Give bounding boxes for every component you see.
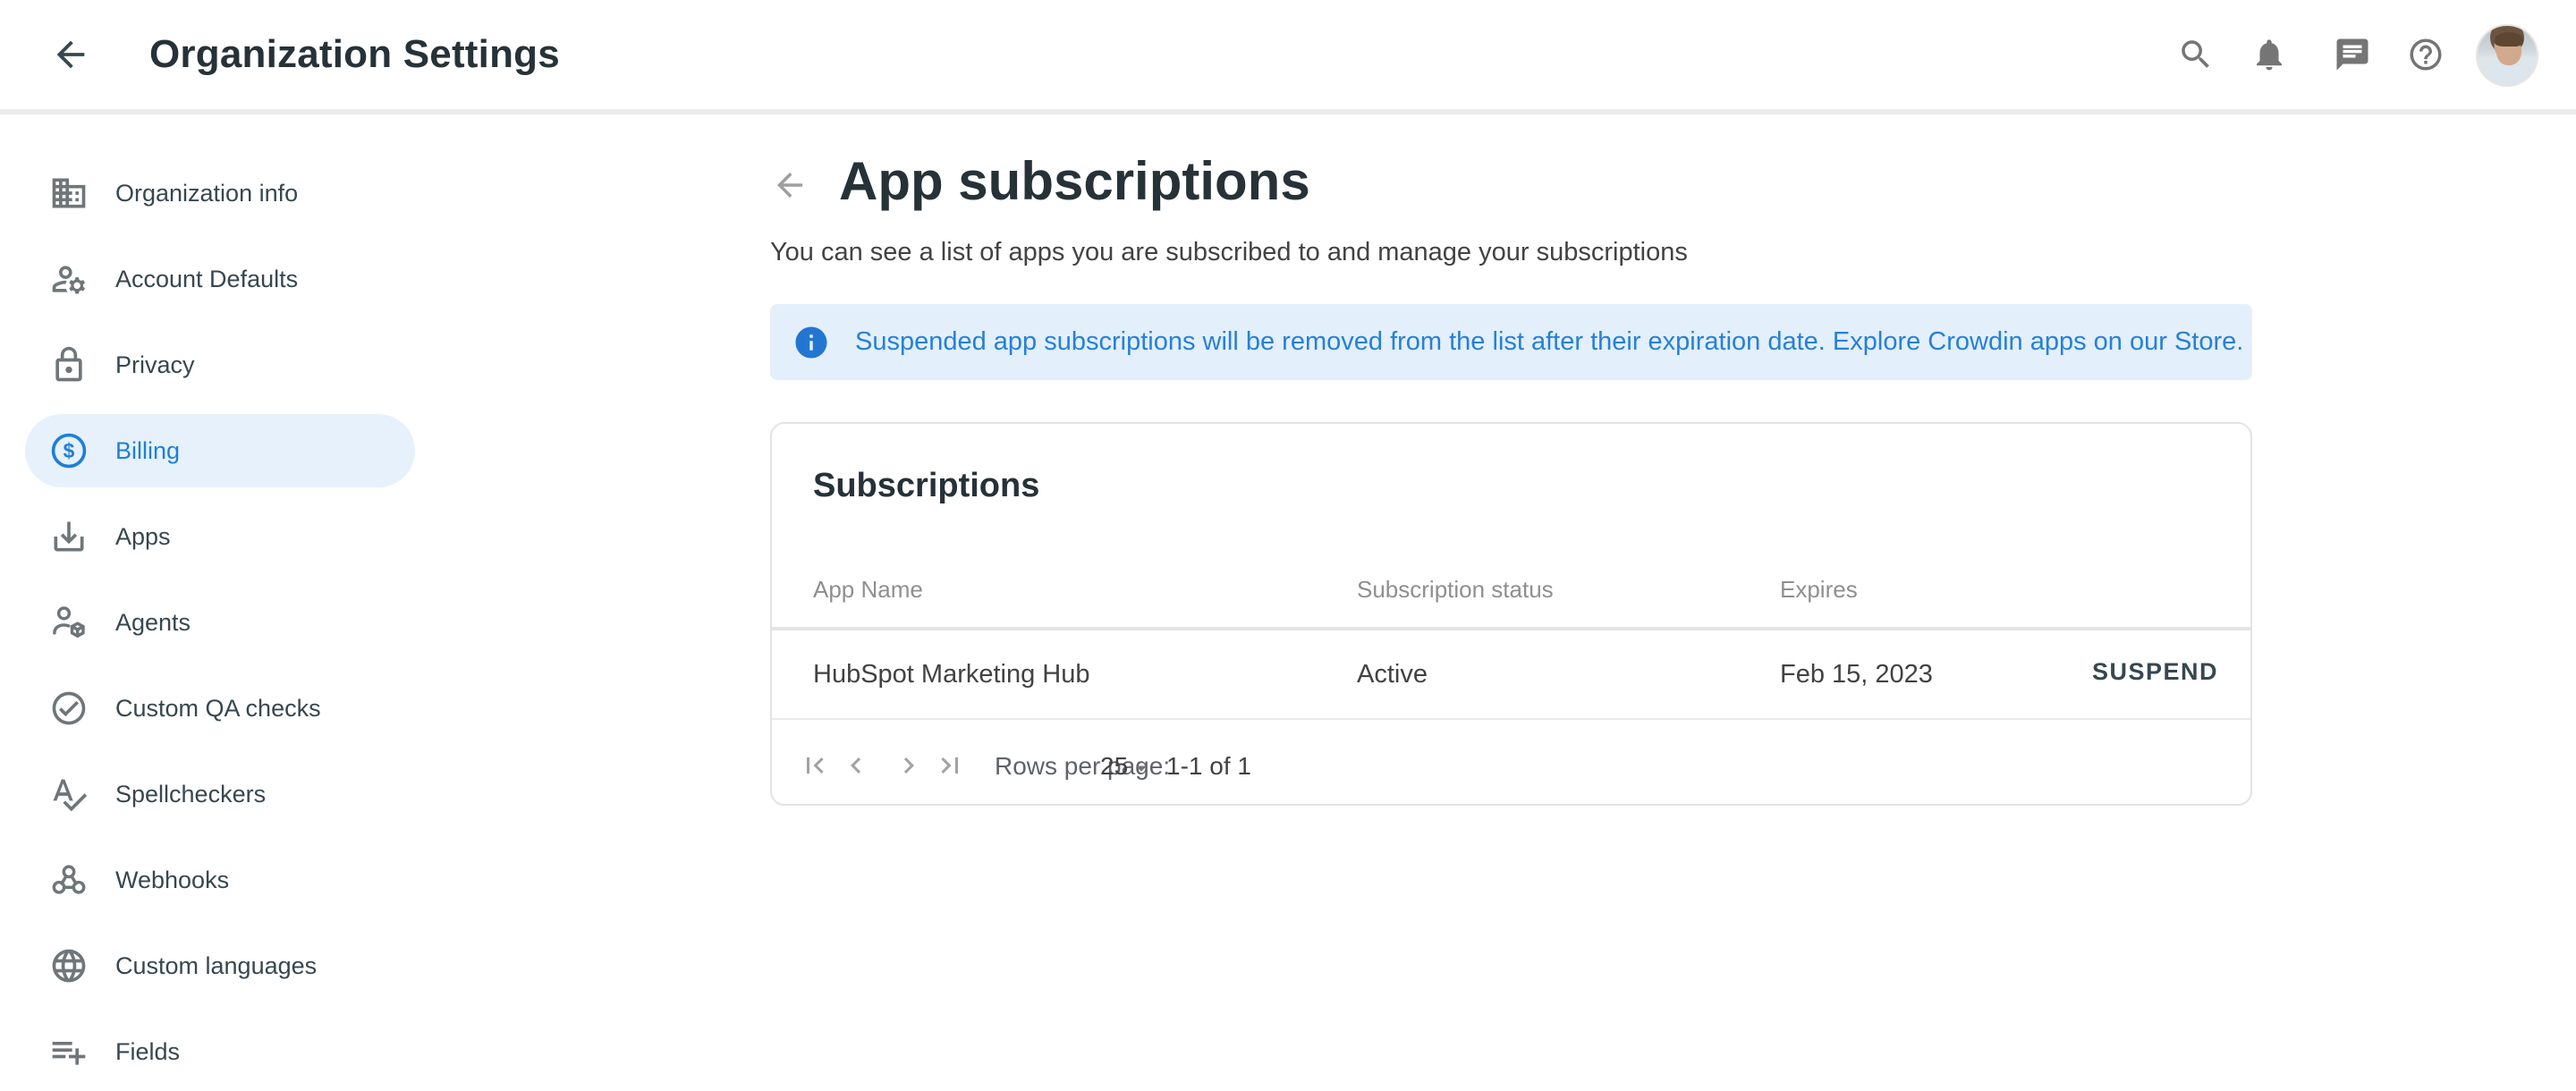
sidebar-item-apps[interactable]: Apps (25, 500, 415, 573)
avatar-hair (2495, 32, 2523, 47)
column-header-app-name: App Name (813, 576, 923, 604)
sidebar-item-label: Apps (115, 523, 171, 551)
user-avatar[interactable] (2476, 24, 2538, 87)
chevron-down-icon[interactable] (1128, 755, 1155, 782)
sidebar-item-custom-qa-checks[interactable]: Custom QA checks (25, 672, 415, 745)
column-header-subscription-status: Subscription status (1357, 576, 1554, 604)
sidebar-item-fields[interactable]: Fields (25, 1015, 415, 1088)
avatar-shirt (2485, 62, 2529, 87)
user-gear-icon (49, 259, 89, 299)
rows-per-page-value[interactable]: 25 (1100, 752, 1128, 781)
settings-sidebar: Organization info Account Defaults Priva… (0, 114, 501, 1091)
help-icon[interactable] (2407, 36, 2445, 73)
chevron-left-icon[interactable] (840, 749, 872, 782)
pagination-range: 1-1 of 1 (1166, 752, 1251, 781)
table-footer-divider (772, 718, 2250, 720)
chevron-right-icon[interactable] (893, 749, 925, 782)
lock-icon (49, 345, 89, 385)
back-arrow-icon[interactable] (771, 166, 809, 204)
sidebar-item-account-defaults[interactable]: Account Defaults (25, 242, 415, 316)
building-icon (49, 173, 89, 213)
sidebar-item-agents[interactable]: Agents (25, 586, 415, 659)
info-icon (792, 324, 830, 361)
sidebar-item-label: Fields (115, 1038, 180, 1066)
cell-app-name: HubSpot Marketing Hub (813, 660, 1090, 689)
sidebar-item-label: Billing (115, 437, 180, 465)
sidebar-item-label: Spellcheckers (115, 781, 266, 808)
list-add-icon (49, 1032, 89, 1071)
notifications-icon[interactable] (2250, 36, 2288, 73)
column-header-expires: Expires (1780, 576, 1858, 604)
back-arrow-icon[interactable] (50, 34, 91, 75)
sidebar-item-label: Custom languages (115, 952, 317, 980)
webhook-icon (49, 860, 89, 900)
spellcheck-icon (49, 774, 89, 814)
sidebar-item-webhooks[interactable]: Webhooks (25, 843, 415, 917)
section-subtitle: You can see a list of apps you are subsc… (770, 238, 1688, 267)
sidebar-item-billing[interactable]: $ Billing (25, 414, 415, 487)
search-icon[interactable] (2177, 36, 2215, 73)
sidebar-item-spellcheckers[interactable]: Spellcheckers (25, 757, 415, 831)
page-title: Organization Settings (149, 32, 560, 77)
user-cube-icon (49, 603, 89, 642)
info-banner-text[interactable]: Suspended app subscriptions will be remo… (855, 327, 2243, 357)
section-title: App subscriptions (839, 150, 1310, 212)
sidebar-item-label: Agents (115, 609, 191, 637)
sidebar-item-label: Custom QA checks (115, 695, 321, 723)
svg-text:$: $ (64, 439, 75, 462)
download-icon (49, 517, 89, 556)
sidebar-item-privacy[interactable]: Privacy (25, 328, 415, 402)
table-header-divider (772, 627, 2250, 630)
cell-expires: Feb 15, 2023 (1780, 660, 1933, 689)
check-circle-icon (49, 689, 89, 728)
sidebar-item-organization-info[interactable]: Organization info (25, 156, 415, 230)
sidebar-item-label: Webhooks (115, 867, 229, 894)
info-banner: Suspended app subscriptions will be remo… (770, 304, 2252, 380)
sidebar-item-custom-languages[interactable]: Custom languages (25, 929, 415, 1002)
sidebar-item-label: Organization info (115, 180, 298, 207)
chat-icon[interactable] (2334, 36, 2371, 73)
subscriptions-card: Subscriptions App Name Subscription stat… (770, 422, 2252, 806)
dollar-circle-icon: $ (49, 431, 89, 470)
suspend-button[interactable]: SUSPEND (2092, 658, 2218, 686)
sidebar-item-label: Account Defaults (115, 266, 298, 293)
card-title: Subscriptions (813, 467, 1039, 505)
last-page-icon[interactable] (934, 749, 966, 782)
cell-subscription-status: Active (1357, 660, 1428, 689)
sidebar-item-label: Privacy (115, 351, 195, 379)
first-page-icon[interactable] (799, 749, 831, 782)
topbar: Organization Settings (0, 0, 2576, 109)
globe-icon (49, 946, 89, 985)
